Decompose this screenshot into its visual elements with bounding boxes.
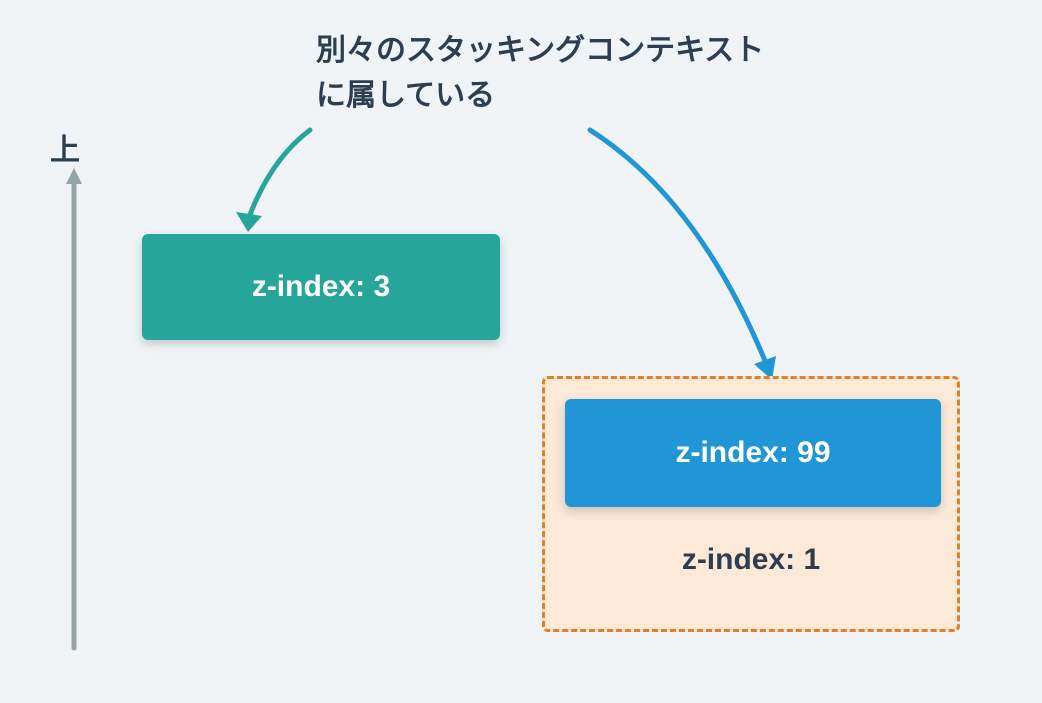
green-box-label: z-index: 3 [252,270,390,304]
green-zindex-box: z-index: 3 [142,234,500,340]
vertical-axis-arrow-icon [64,168,84,658]
diagram-caption: 別々のスタッキングコンテキスト に属している [316,28,764,118]
container-zindex-label: z-index: 1 [565,543,937,577]
arrow-to-blue-icon [570,120,810,390]
axis-label-top: 上 [50,125,80,169]
caption-line1: 別々のスタッキングコンテキスト [316,34,764,67]
stacking-context-container: z-index: 99 z-index: 1 [542,376,960,632]
caption-line2: に属している [316,79,495,112]
blue-box-label: z-index: 99 [675,436,830,470]
arrow-to-green-icon [220,120,340,240]
blue-zindex-box: z-index: 99 [565,399,941,507]
